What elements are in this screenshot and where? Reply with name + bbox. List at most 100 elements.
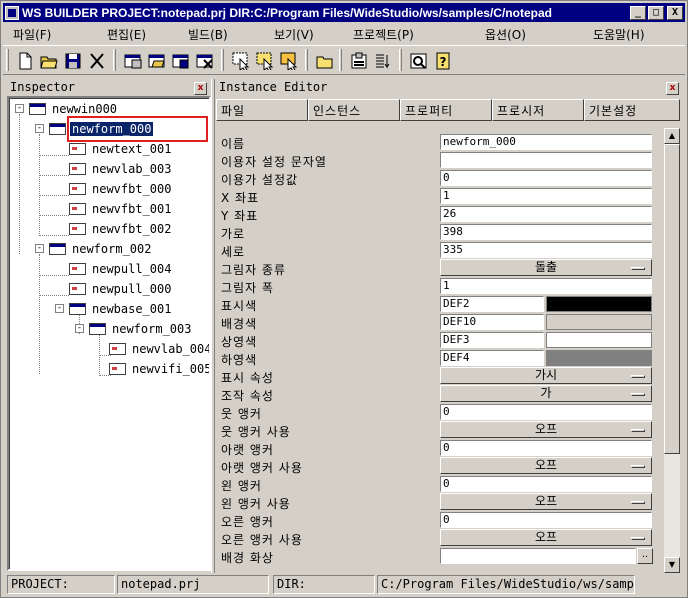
tree-node[interactable]: newbase_001	[69, 300, 173, 318]
help-icon[interactable]: ?	[431, 49, 455, 73]
tree-expander[interactable]: -	[35, 124, 44, 133]
tree-node[interactable]: newvifi_005	[109, 360, 209, 378]
sensitive-select[interactable]: 가	[440, 385, 652, 402]
menu-build[interactable]: 빌드(B)	[188, 26, 228, 43]
property-label: Y 좌표	[221, 209, 259, 223]
left-anchor-select[interactable]: 오프	[440, 493, 652, 510]
y-field[interactable]: 26	[440, 206, 652, 222]
preview-icon[interactable]	[407, 49, 431, 73]
delete-window-icon[interactable]	[193, 49, 217, 73]
back-color-field[interactable]: DEF10	[440, 314, 544, 330]
close-button[interactable]: X	[667, 5, 683, 20]
build-icon[interactable]	[347, 49, 371, 73]
inspector-tree[interactable]: - - - - - newwin000 newform_000 newtext_…	[7, 96, 211, 571]
bright-color-field[interactable]: DEF3	[440, 332, 544, 348]
menu-options[interactable]: 옵션(O)	[485, 26, 526, 43]
tree-node[interactable]: newvfbt_001	[69, 200, 173, 218]
project-value: notepad.prj	[117, 575, 269, 594]
browse-button[interactable]: ..	[637, 548, 653, 564]
new-window-icon[interactable]	[121, 49, 145, 73]
x-field[interactable]: 1	[440, 188, 652, 204]
new-file-icon[interactable]	[13, 49, 37, 73]
tab-property[interactable]: 프로퍼티	[400, 99, 492, 121]
tree-node[interactable]: newtext_001	[69, 140, 173, 158]
scroll-thumb[interactable]	[664, 144, 680, 454]
color-swatch[interactable]	[546, 332, 652, 348]
name-field[interactable]: newform_000	[440, 134, 652, 150]
cut-scissors-icon[interactable]	[85, 49, 109, 73]
color-swatch[interactable]	[546, 314, 652, 330]
visible-select[interactable]: 가시	[440, 367, 652, 384]
select-value: 돌출	[534, 260, 558, 274]
menu-project[interactable]: 프로젝트(P)	[353, 26, 414, 43]
scroll-up-icon[interactable]: ▲	[664, 128, 680, 144]
select-icon[interactable]	[229, 49, 253, 73]
select-value: 가	[540, 386, 552, 400]
menu-help[interactable]: 도움말(H)	[593, 26, 645, 43]
minimize-button[interactable]: _	[630, 5, 646, 20]
maximize-button[interactable]: □	[648, 5, 664, 20]
instance-editor-close-icon[interactable]: x	[666, 82, 679, 95]
property-label: 아랫 앵커 사용	[221, 461, 303, 475]
shadow-width-field[interactable]: 1	[440, 278, 652, 294]
tree-node[interactable]: newform_003	[89, 320, 193, 338]
right-anchor-field[interactable]: 0	[440, 512, 652, 528]
panel-splitter[interactable]	[211, 79, 215, 573]
top-anchor-select[interactable]: 오프	[440, 421, 652, 438]
bottom-anchor-select[interactable]: 오프	[440, 457, 652, 474]
tab-settings[interactable]: 기본설정	[584, 99, 680, 121]
scroll-down-icon[interactable]: ▼	[664, 557, 680, 573]
tree-expander[interactable]: -	[55, 304, 64, 313]
left-anchor-field[interactable]: 0	[440, 476, 652, 492]
inspector-close-icon[interactable]: x	[194, 82, 207, 95]
right-anchor-select[interactable]: 오프	[440, 529, 652, 546]
tree-node-label: newtext_001	[92, 142, 172, 156]
save-window-icon[interactable]	[169, 49, 193, 73]
property-list: 이름 newform_000 이용자 설정 문자열 이용가 설정값 0 X 좌표 1 …	[216, 128, 664, 573]
tree-expander[interactable]: -	[75, 324, 84, 333]
tab-procedure[interactable]: 프로시저	[492, 99, 584, 121]
tree-node[interactable]: newvfbt_002	[69, 220, 173, 238]
tree-node[interactable]: newform_002	[49, 240, 153, 258]
top-anchor-field[interactable]: 0	[440, 404, 652, 420]
menu-view[interactable]: 보기(V)	[274, 26, 314, 43]
paste-select-icon[interactable]	[277, 49, 301, 73]
user-value-field[interactable]: 0	[440, 170, 652, 186]
toolbar-grip[interactable]	[6, 49, 9, 71]
tree-node[interactable]: newpull_000	[69, 280, 173, 298]
tree-node[interactable]: newvfbt_000	[69, 180, 173, 198]
property-label: 아랫 앵커	[221, 443, 274, 457]
tree-node[interactable]: newpull_004	[69, 260, 173, 278]
toolbar-separator	[305, 49, 308, 71]
color-swatch[interactable]	[546, 350, 652, 366]
tab-file[interactable]: 파일	[216, 99, 308, 121]
user-string-field[interactable]	[440, 152, 652, 168]
background-image-field[interactable]	[440, 548, 636, 564]
width-field[interactable]: 398	[440, 224, 652, 240]
shadow-type-select[interactable]: 돌출	[440, 259, 652, 276]
open-folder-icon[interactable]	[37, 49, 61, 73]
copy-select-icon[interactable]	[253, 49, 277, 73]
dark-color-field[interactable]: DEF4	[440, 350, 544, 366]
tree-expander[interactable]: -	[35, 244, 44, 253]
bottom-anchor-field[interactable]: 0	[440, 440, 652, 456]
tree-node[interactable]: newvlab_004	[109, 340, 209, 358]
open-window-icon[interactable]	[145, 49, 169, 73]
color-swatch[interactable]	[546, 296, 652, 312]
folder-icon[interactable]	[313, 49, 337, 73]
tree-node[interactable]: newvlab_003	[69, 160, 173, 178]
tree-expander[interactable]: -	[15, 104, 24, 113]
menu-file[interactable]: 파일(F)	[13, 26, 51, 43]
form-icon	[49, 123, 66, 135]
property-row: 표시 속성 가시	[216, 367, 664, 385]
height-field[interactable]: 335	[440, 242, 652, 258]
save-disk-icon[interactable]	[61, 49, 85, 73]
list-icon[interactable]	[371, 49, 395, 73]
label-widget-icon	[69, 163, 86, 175]
fore-color-field[interactable]: DEF2	[440, 296, 544, 312]
title-bar[interactable]: WS BUILDER PROJECT:notepad.prj DIR:C:/Pr…	[3, 3, 685, 22]
menu-edit[interactable]: 편집(E)	[107, 26, 146, 43]
tab-instance[interactable]: 인스턴스	[308, 99, 400, 121]
property-scrollbar[interactable]: ▲ ▼	[664, 128, 680, 573]
app-icon	[5, 5, 19, 20]
